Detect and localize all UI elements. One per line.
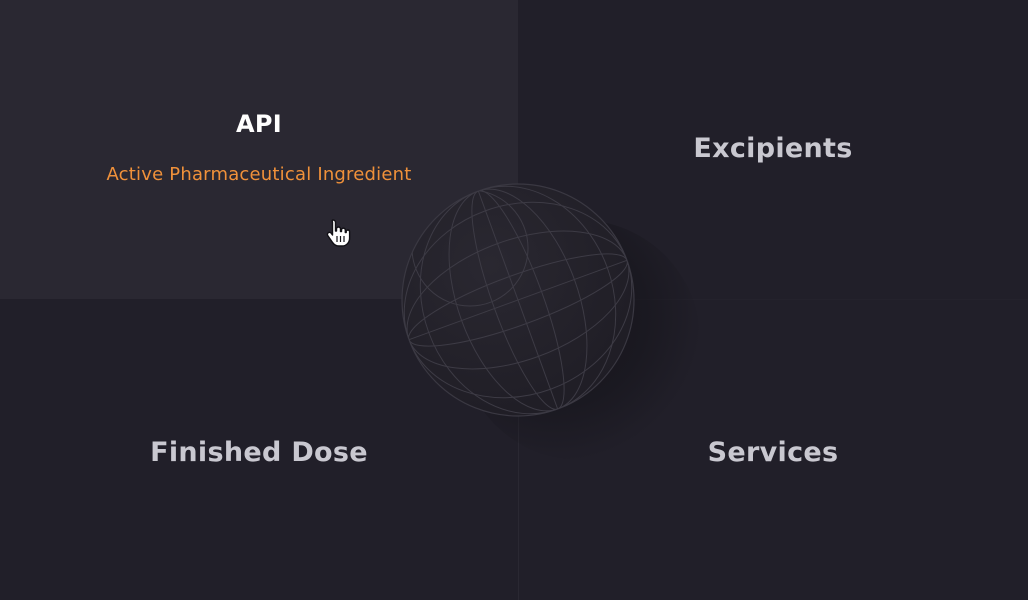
tile-api-title: API	[236, 110, 282, 138]
category-grid: API Active Pharmaceutical Ingredient Exc…	[0, 0, 1028, 600]
hand-pointer-cursor-icon	[326, 219, 351, 247]
tile-finished-dose-title: Finished Dose	[150, 437, 368, 468]
globe-graphic	[400, 180, 700, 460]
globe-icon	[401, 183, 635, 417]
tile-excipients-title: Excipients	[693, 133, 853, 164]
